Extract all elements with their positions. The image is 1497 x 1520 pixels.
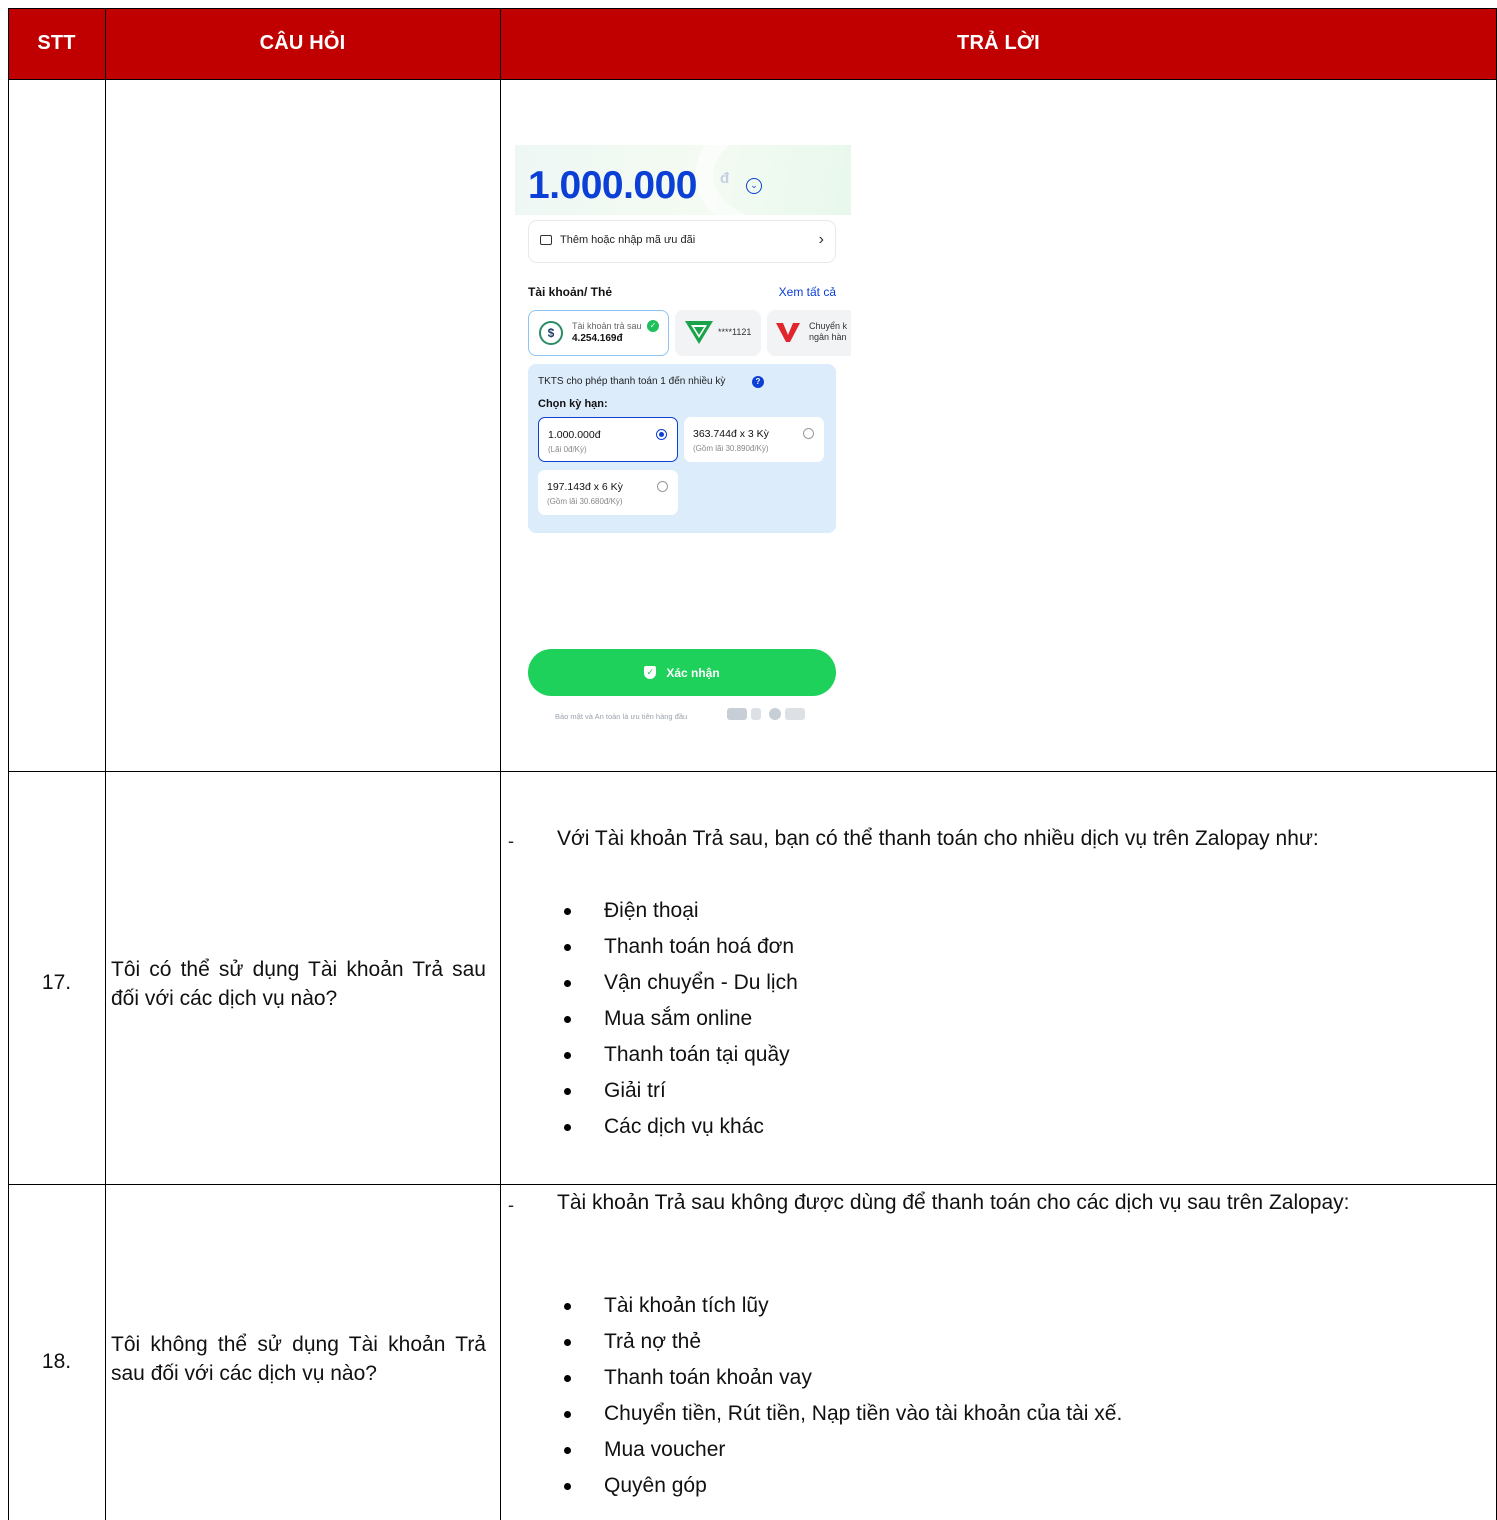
confirm-label: Xác nhận [666, 665, 720, 680]
bank-transfer-card[interactable]: Chuyển k ngân hàn [767, 310, 851, 356]
answer-intro: Tài khoản Trả sau không được dùng để tha… [557, 1191, 1350, 1214]
question-text: Tôi có thể sử dụng Tài khoản Trả sau đối… [111, 958, 486, 1010]
list-item: Điện thoại [557, 893, 798, 929]
question-text: Tôi không thể sử dụng Tài khoản Trả sau … [111, 1333, 486, 1385]
term-option[interactable]: 363.744đ x 3 Kỳ (Gồm lãi 30.890đ/Kỳ) [684, 417, 824, 462]
installment-panel: TKTS cho phép thanh toán 1 đến nhiều kỳ … [528, 364, 836, 533]
grid-line [8, 1184, 1497, 1185]
list-item: Thanh toán tại quầy [557, 1037, 798, 1073]
row-number: 18. [41, 1350, 72, 1373]
promo-label: Thêm hoặc nhập mã ưu đãi [560, 234, 696, 246]
grid-line [8, 8, 9, 1520]
help-icon[interactable]: ? [752, 376, 764, 388]
confirm-button[interactable]: ✓ Xác nhận [528, 649, 836, 696]
option-amount: 197.143đ x 6 Kỳ [547, 481, 623, 493]
list-item: Trả nợ thẻ [557, 1324, 1122, 1360]
header-stt: STT [37, 32, 76, 54]
grid-line [8, 771, 1497, 772]
cert-badge-icon [785, 708, 805, 720]
bank-logo-icon [776, 323, 800, 342]
radio-icon[interactable] [803, 428, 814, 439]
card-text-line: ngân hàn [809, 332, 847, 342]
option-interest: (Lãi 0đ/Kỳ) [548, 445, 587, 454]
seal-badge-icon [769, 708, 781, 720]
radio-icon[interactable] [657, 481, 668, 492]
app-screenshot: 1.000.000 đ ⌄ Thêm hoặc nhập mã ưu đãi ›… [515, 145, 851, 745]
list-item: Tài khoản tích lũy [557, 1288, 1122, 1324]
check-icon: ✓ [647, 320, 659, 332]
answer-list: Tài khoản tích lũy Trả nợ thẻ Thanh toán… [557, 1288, 1122, 1504]
card-text: Chuyển k ngân hàn [809, 321, 847, 343]
option-interest: (Gồm lãi 30.680đ/Kỳ) [547, 497, 623, 506]
list-item: Các dịch vụ khác [557, 1109, 798, 1145]
list-item: Mua voucher [557, 1432, 1122, 1468]
list-item: Mua sắm online [557, 1001, 798, 1037]
list-item: Vận chuyển - Du lịch [557, 965, 798, 1001]
pci-badge-icon [727, 708, 747, 720]
see-all-link[interactable]: Xem tất cả [779, 285, 836, 299]
list-item: Thanh toán khoản vay [557, 1360, 1122, 1396]
shield-check-icon: ✓ [644, 666, 657, 679]
accounts-title: Tài khoản/ Thẻ [528, 285, 613, 299]
option-amount: 1.000.000đ [548, 429, 601, 441]
header-answer: TRẢ LỜI [957, 32, 1040, 54]
list-item: Quyên góp [557, 1468, 1122, 1504]
grid-line [8, 8, 1497, 9]
answer-dash: - [508, 831, 514, 851]
paylater-icon: $ [539, 321, 563, 345]
grid-line [105, 8, 106, 1520]
installment-info: TKTS cho phép thanh toán 1 đến nhiều kỳ [538, 376, 726, 387]
answer-dash: - [508, 1195, 514, 1215]
paylater-account-card[interactable]: $ Tài khoản trả sau ✓ 4.254.169đ [528, 310, 669, 356]
currency-symbol: đ [720, 170, 730, 187]
option-amount: 363.744đ x 3 Kỳ [693, 428, 769, 440]
promo-code-row[interactable]: Thêm hoặc nhập mã ưu đãi › [528, 220, 836, 263]
grid-line [8, 79, 1497, 80]
grid-line [500, 8, 501, 1520]
card-text-line: Chuyển k [809, 321, 848, 331]
term-option[interactable]: 1.000.000đ (Lãi 0đ/Kỳ) [538, 417, 678, 462]
option-interest: (Gồm lãi 30.890đ/Kỳ) [693, 444, 769, 453]
list-item: Thanh toán hoá đơn [557, 929, 798, 965]
installment-title: Chọn kỳ hạn: [538, 398, 608, 410]
list-item: Chuyển tiền, Rút tiền, Nạp tiền vào tài … [557, 1396, 1122, 1432]
cert-badge-icon [751, 708, 761, 720]
chevron-down-icon[interactable]: ⌄ [746, 178, 762, 194]
bank-logo-icon [685, 321, 713, 344]
chevron-right-icon: › [818, 231, 824, 248]
security-note: Bảo mật và An toàn là ưu tiên hàng đầu [555, 712, 688, 721]
payment-amount: 1.000.000 [528, 164, 698, 207]
header-question: CÂU HỎI [259, 32, 346, 54]
answer-intro: Với Tài khoản Trả sau, bạn có thể thanh … [557, 827, 1319, 850]
answer-list: Điện thoại Thanh toán hoá đơn Vận chuyển… [557, 893, 798, 1145]
card-balance: 4.254.169đ [572, 333, 623, 344]
radio-selected-icon[interactable] [656, 429, 667, 440]
term-option[interactable]: 197.143đ x 6 Kỳ (Gồm lãi 30.680đ/Kỳ) [538, 470, 678, 515]
ticket-icon [540, 235, 552, 245]
bank-card[interactable]: ****1121 [675, 310, 761, 356]
card-label: Tài khoản trả sau [572, 321, 642, 331]
row-number: 17. [41, 971, 72, 994]
table-header: STT CÂU HỎI TRẢ LỜI [8, 8, 1497, 79]
list-item: Giải trí [557, 1073, 798, 1109]
card-number: ****1121 [718, 327, 752, 337]
